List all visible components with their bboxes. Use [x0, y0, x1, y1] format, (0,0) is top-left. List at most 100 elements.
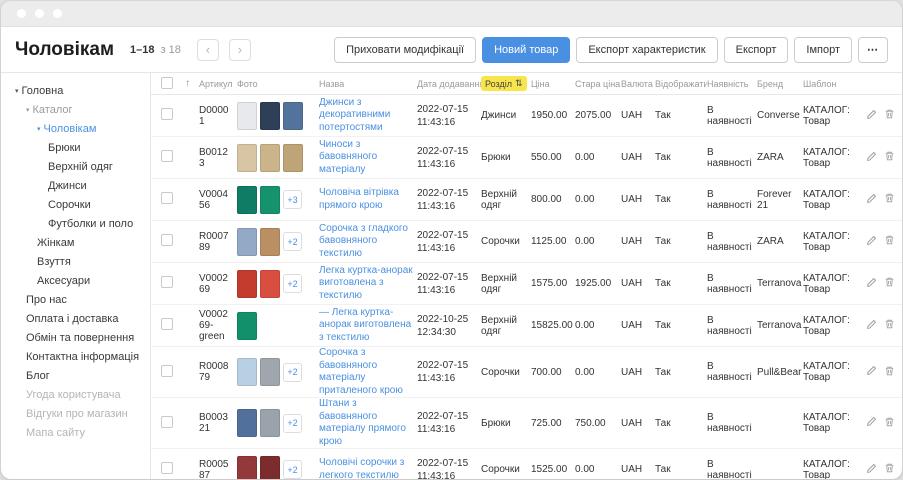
sidebar-item-15[interactable]: Блог [1, 366, 150, 385]
row-checkbox[interactable] [161, 234, 173, 246]
select-all-checkbox[interactable] [161, 77, 173, 89]
window-control-dot[interactable] [17, 9, 26, 18]
delete-button[interactable] [884, 462, 895, 477]
cell-name: Джинси з декоративними потертостями [319, 97, 417, 135]
sidebar-item-12[interactable]: Оплата і доставка [1, 309, 150, 328]
window-control-dot[interactable] [35, 9, 44, 18]
product-name-link[interactable]: Чоловіча вітрівка прямого крою [319, 187, 413, 212]
cell-template: КАТАЛОГ: Товар [803, 147, 859, 169]
row-checkbox[interactable] [161, 318, 173, 330]
cell-price: 700.00 [531, 367, 575, 378]
more-actions-button[interactable]: ⋯ [858, 37, 888, 63]
product-name-link[interactable]: Чиноси з бавовняного матеріалу [319, 139, 413, 177]
row-checkbox[interactable] [161, 150, 173, 162]
sidebar-item-16[interactable]: Угода користувача [1, 385, 150, 404]
cell-display: Так [655, 278, 707, 289]
window-control-dot[interactable] [53, 9, 62, 18]
import-button[interactable]: Імпорт [794, 37, 852, 63]
sidebar-item-14[interactable]: Контактна інформація [1, 347, 150, 366]
date-value: 2022-07-15 [417, 229, 477, 242]
product-name-link[interactable]: Джинси з декоративними потертостями [319, 97, 413, 135]
sidebar-item-7[interactable]: Футболки и поло [1, 214, 150, 233]
edit-button[interactable] [866, 318, 877, 333]
row-checkbox[interactable] [161, 108, 173, 120]
cell-section: Брюки [481, 152, 531, 163]
product-name-link[interactable]: — Легка куртка-анорак виготовлена з текс… [319, 307, 413, 345]
row-checkbox[interactable] [161, 192, 173, 204]
cell-availability: В наявності [707, 273, 757, 295]
cell-photos [237, 102, 319, 130]
edit-button[interactable] [866, 462, 877, 477]
sidebar-item-6[interactable]: Сорочки [1, 195, 150, 214]
export-characteristics-button[interactable]: Експорт характеристик [576, 37, 717, 63]
product-name-link[interactable]: Штани з бавовняного матеріалу прямого кр… [319, 398, 413, 448]
sidebar-item-18[interactable]: Мапа сайту [1, 423, 150, 442]
delete-button[interactable] [884, 234, 895, 249]
row-checkbox[interactable] [161, 276, 173, 288]
edit-button[interactable] [866, 192, 877, 207]
delete-button[interactable] [884, 108, 895, 123]
product-photo-thumbnail [237, 409, 257, 437]
edit-button[interactable] [866, 150, 877, 165]
new-product-button[interactable]: Новий товар [482, 37, 570, 63]
edit-button[interactable] [866, 108, 877, 123]
product-name-link[interactable]: Сорочка з гладкого бавовняного текстилю [319, 223, 413, 261]
delete-button[interactable] [884, 276, 895, 291]
column-header-template[interactable]: Шаблон [803, 79, 859, 89]
page-header: Чоловікам 1–18 з 18 ‹ › Приховати модифі… [1, 27, 902, 73]
sidebar-item-10[interactable]: Аксесуари [1, 271, 150, 290]
column-header-name[interactable]: Назва [319, 79, 417, 89]
product-name-link[interactable]: Чоловічі сорочки з легкого текстилю [319, 457, 413, 479]
product-name-link[interactable]: Легка куртка-анорак виготовлена з тексти… [319, 265, 413, 303]
row-checkbox[interactable] [161, 462, 173, 474]
sidebar-item-4[interactable]: Верхній одяг [1, 157, 150, 176]
row-checkbox[interactable] [161, 365, 173, 377]
export-button[interactable]: Експорт [724, 37, 789, 63]
sidebar-item-17[interactable]: Відгуки про магазин [1, 404, 150, 423]
delete-button[interactable] [884, 192, 895, 207]
edit-button[interactable] [866, 365, 877, 380]
column-header-section-sorted[interactable]: Розділ ⇅ [481, 76, 531, 91]
sidebar-item-13[interactable]: Обмін та повернення [1, 328, 150, 347]
sidebar-item-9[interactable]: Взуття [1, 252, 150, 271]
cell-article: V000456 [199, 189, 237, 211]
column-header-date[interactable]: Дата додавання [417, 79, 481, 89]
edit-button[interactable] [866, 234, 877, 249]
table-row: R000789+2Сорочка з гладкого бавовняного … [151, 221, 902, 263]
column-header-display[interactable]: Відображати [655, 79, 707, 89]
edit-button[interactable] [866, 416, 877, 431]
sidebar-item-11[interactable]: Про нас [1, 290, 150, 309]
sidebar-item-3[interactable]: Брюки [1, 138, 150, 157]
cell-name: Чоловічі сорочки з легкого текстилю [319, 457, 417, 479]
delete-button[interactable] [884, 150, 895, 165]
row-checkbox[interactable] [161, 416, 173, 428]
sidebar-item-1[interactable]: ▾Каталог [1, 100, 150, 119]
column-header-currency[interactable]: Валюта [621, 79, 655, 89]
delete-button[interactable] [884, 318, 895, 333]
window-titlebar [1, 1, 902, 27]
cell-brand: Terranova [757, 278, 803, 289]
cell-actions [859, 276, 895, 291]
column-header-photo: Фото [237, 79, 319, 89]
column-header-brand[interactable]: Бренд [757, 79, 803, 89]
product-name-link[interactable]: Сорочка з бавовняного матеріалу притален… [319, 347, 413, 397]
delete-button[interactable] [884, 365, 895, 380]
order-sort-header[interactable]: ↑ [185, 78, 199, 89]
delete-button[interactable] [884, 416, 895, 431]
cell-display: Так [655, 464, 707, 475]
prev-page-button[interactable]: ‹ [197, 39, 219, 61]
next-page-button[interactable]: › [229, 39, 251, 61]
sidebar-item-5[interactable]: Джинси [1, 176, 150, 195]
column-header-price[interactable]: Ціна [531, 79, 575, 89]
hide-modifications-button[interactable]: Приховати модифікації [334, 37, 476, 63]
column-header-old-price[interactable]: Стара ціна [575, 79, 621, 89]
sidebar-item-8[interactable]: Жінкам [1, 233, 150, 252]
trash-icon [884, 416, 895, 431]
sidebar-item-2[interactable]: ▾Чоловікам [1, 119, 150, 138]
column-header-availability[interactable]: Наявність [707, 79, 757, 89]
sidebar-item-0[interactable]: ▾Головна [1, 81, 150, 100]
column-header-article[interactable]: Артикул [199, 79, 237, 89]
cell-name: Легка куртка-анорак виготовлена з тексти… [319, 265, 417, 303]
cell-template: КАТАЛОГ: Товар [803, 231, 859, 253]
edit-button[interactable] [866, 276, 877, 291]
